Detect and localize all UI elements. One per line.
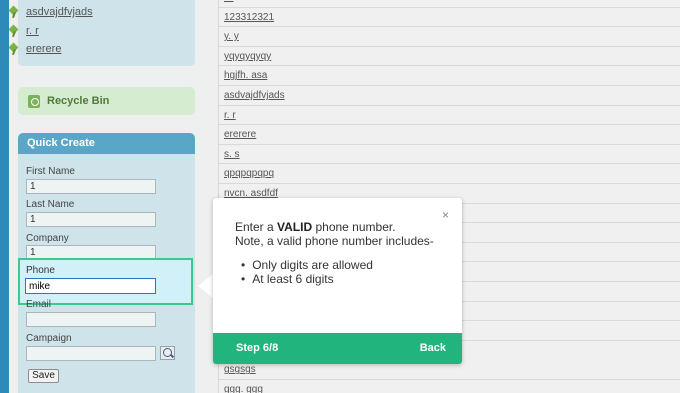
tour-message-emphasis: VALID	[277, 220, 313, 234]
record-link[interactable]: qpqpqpqpq	[224, 168, 274, 179]
pin-icon	[8, 6, 20, 18]
record-link[interactable]: r r	[224, 0, 233, 3]
recycle-bin-label: Recycle Bin	[47, 95, 110, 107]
first-name-label: First Name	[26, 166, 75, 177]
company-label: Company	[26, 233, 69, 244]
email-label: Email	[26, 299, 52, 310]
recycle-bin-icon	[28, 94, 40, 108]
tour-footer: Step 6/8 Back	[213, 333, 462, 364]
email-field[interactable]	[26, 312, 156, 327]
list-item: ererere	[219, 125, 680, 145]
list-item: yqyqyqyqy	[219, 47, 680, 67]
list-item: hgjfh. asa	[219, 66, 680, 86]
left-accent-strip	[0, 0, 9, 393]
tour-popup-pointer	[198, 273, 214, 299]
last-name-field[interactable]	[26, 212, 156, 227]
tour-rule-item: At least 6 digits	[241, 272, 373, 287]
recent-item[interactable]: ererere	[8, 42, 61, 56]
record-link[interactable]: s. s	[224, 149, 240, 160]
tour-back-button[interactable]: Back	[420, 342, 446, 354]
recent-item[interactable]: asdvajdfvjads	[8, 5, 93, 19]
list-item: r r	[219, 0, 680, 8]
record-link[interactable]: asdvajdfvjads	[224, 90, 285, 101]
pin-icon	[8, 43, 20, 55]
campaign-lookup-search-icon[interactable]	[160, 346, 175, 360]
record-link[interactable]: ererere	[224, 129, 256, 140]
recent-item-link[interactable]: ererere	[26, 43, 61, 55]
recent-item-link[interactable]: asdvajdfvjads	[26, 6, 93, 18]
tour-message-prefix: Enter a	[235, 220, 278, 234]
pin-icon	[8, 25, 20, 37]
record-link[interactable]: 123312321	[224, 12, 274, 23]
list-item: asdvajdfvjads	[219, 86, 680, 106]
list-item: y. y	[219, 27, 680, 47]
tour-message: Enter a VALID phone number. Note, a vali…	[235, 220, 450, 248]
campaign-label: Campaign	[26, 333, 72, 344]
tour-rule-item: Only digits are allowed	[241, 258, 373, 273]
record-link[interactable]: ggg. ggg	[224, 384, 263, 393]
save-button[interactable]: Save	[28, 369, 59, 383]
tour-popup: × Enter a VALID phone number. Note, a va…	[213, 198, 462, 364]
record-link[interactable]: r. r	[224, 110, 236, 121]
recent-item-link[interactable]: r. r	[26, 25, 39, 37]
campaign-field[interactable]	[26, 346, 156, 361]
record-link[interactable]: y. y	[224, 31, 239, 42]
quick-create-header: Quick Create	[18, 133, 195, 154]
list-item: 123312321	[219, 8, 680, 28]
record-link[interactable]: yqyqyqyqy	[224, 51, 271, 62]
record-link[interactable]: hgjfh. asa	[224, 70, 267, 81]
list-item: s. s	[219, 145, 680, 165]
last-name-label: Last Name	[26, 199, 75, 210]
tour-step-indicator: Step 6/8	[236, 342, 279, 354]
record-link[interactable]: gsgsgs	[224, 364, 256, 375]
recent-item[interactable]: r. r	[8, 24, 39, 38]
tour-rules-list: Only digits are allowed At least 6 digit…	[241, 258, 373, 287]
recycle-bin-link[interactable]: Recycle Bin	[18, 87, 195, 115]
phone-label: Phone	[26, 265, 55, 276]
list-item: ggg. ggg	[219, 380, 680, 393]
phone-field[interactable]	[25, 278, 156, 294]
tour-message-note: Note, a valid phone number includes-	[235, 234, 434, 248]
first-name-field[interactable]	[26, 179, 156, 194]
list-item: qpqpqpqpq	[219, 164, 680, 184]
list-item: r. r	[219, 106, 680, 126]
tour-message-suffix: phone number.	[312, 220, 396, 234]
